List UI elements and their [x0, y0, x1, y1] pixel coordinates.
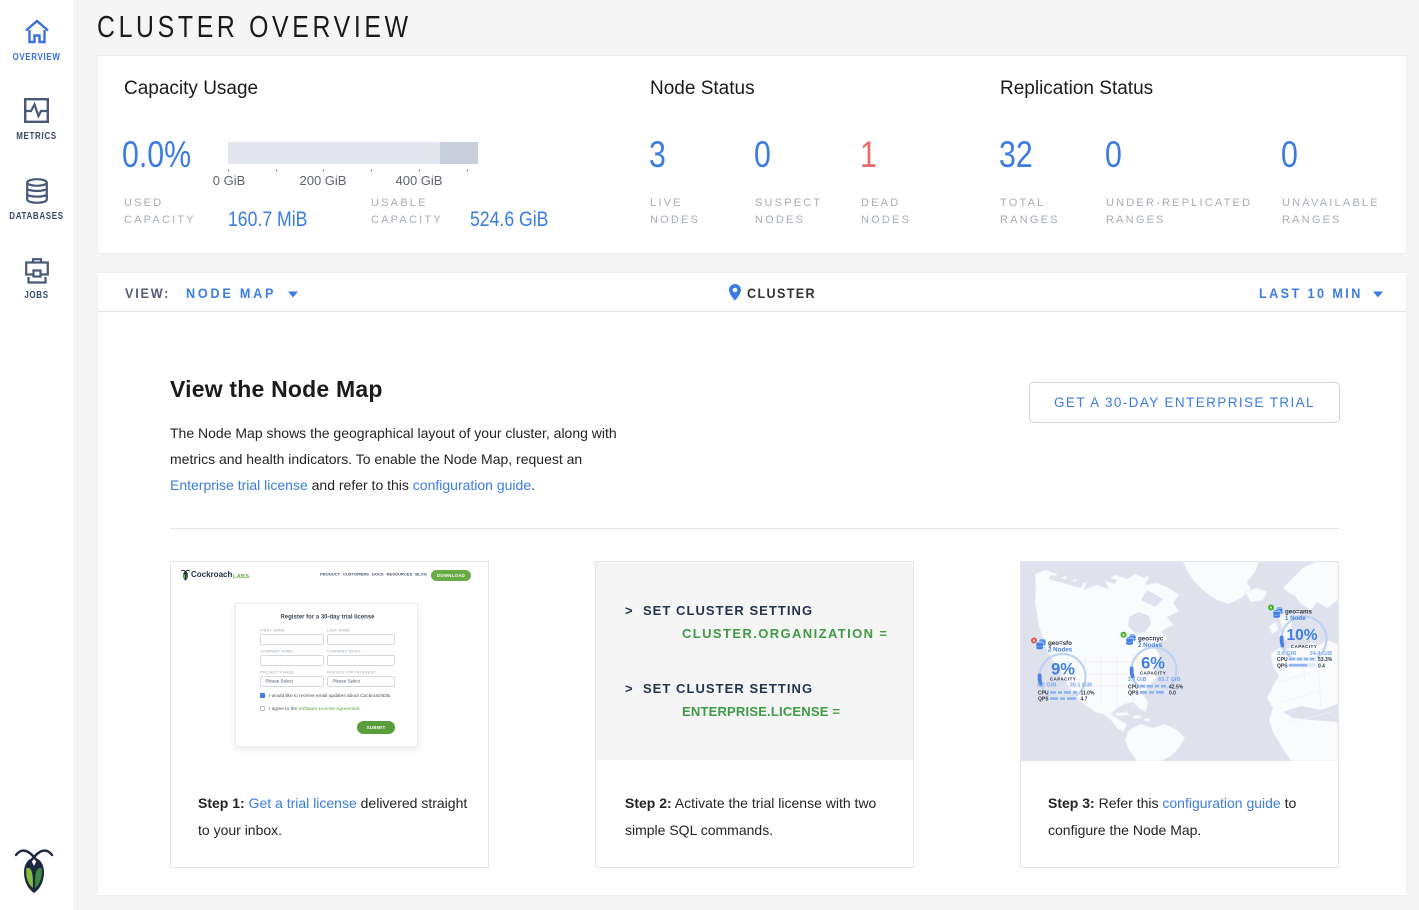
svg-text:4.7: 4.7 [1081, 697, 1088, 703]
svg-text:CPU: CPU [1128, 684, 1139, 690]
svg-text:34.4 GiB: 34.4 GiB [1310, 651, 1332, 657]
svg-text:65.7 GiB: 65.7 GiB [1158, 677, 1180, 683]
svg-text:0.4: 0.4 [1318, 663, 1325, 669]
svg-text:3.2 GiB: 3.2 GiB [1037, 683, 1056, 689]
svg-text:CPU: CPU [1038, 691, 1049, 697]
svg-text:3.6 GiB: 3.6 GiB [1277, 651, 1296, 657]
svg-text:CAPACITY: CAPACITY [1291, 644, 1317, 649]
svg-text:0.0: 0.0 [1169, 690, 1176, 696]
svg-text:CAPACITY: CAPACITY [1140, 670, 1166, 675]
svg-text:CAPACITY: CAPACITY [1050, 677, 1076, 682]
svg-text:1 Node: 1 Node [1285, 615, 1306, 622]
svg-text:11.0%: 11.0% [1081, 691, 1095, 697]
svg-text:3.7 GiB: 3.7 GiB [1128, 677, 1147, 683]
svg-text:35.1 GiB: 35.1 GiB [1070, 683, 1092, 689]
svg-text:2 Nodes: 2 Nodes [1048, 647, 1073, 654]
svg-text:10%: 10% [1286, 627, 1317, 644]
svg-text:42.5%: 42.5% [1169, 684, 1184, 690]
svg-text:QPS: QPS [1277, 663, 1288, 669]
svg-text:2 Nodes: 2 Nodes [1138, 642, 1163, 649]
svg-text:QPS: QPS [1038, 697, 1049, 703]
svg-text:53.3%: 53.3% [1318, 657, 1333, 663]
svg-text:CPU: CPU [1277, 657, 1288, 663]
svg-text:QPS: QPS [1128, 690, 1139, 696]
